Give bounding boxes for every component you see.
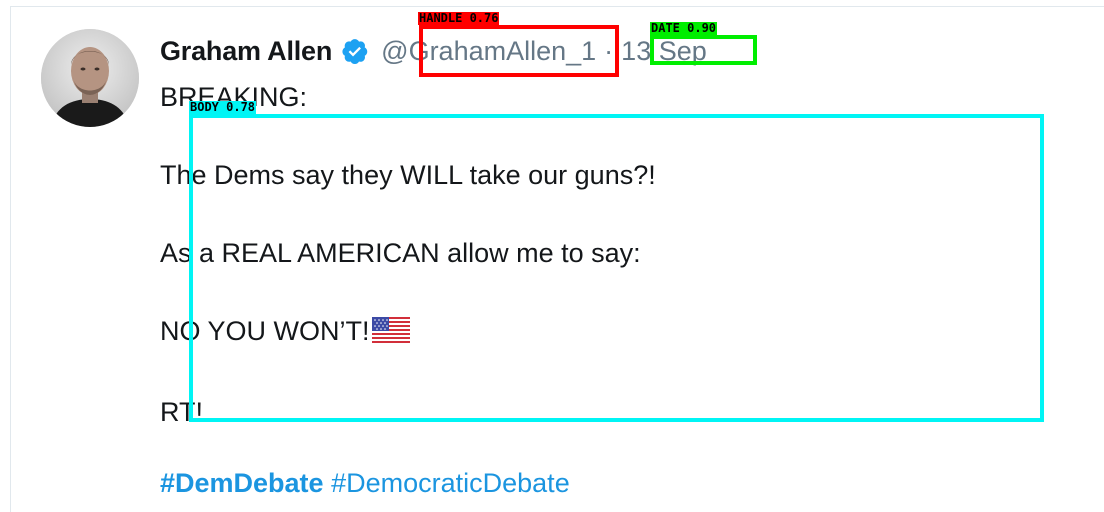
hashtag-link[interactable]: #DemDebate — [160, 468, 324, 498]
hashtag-row: #DemDebate #DemocraticDebate — [160, 464, 570, 503]
body-detection-box — [189, 114, 1044, 422]
body-line: BREAKING: — [160, 82, 308, 112]
avatar[interactable] — [41, 29, 139, 127]
date-detection-label: DATE 0.90 — [650, 21, 718, 35]
left-divider — [10, 6, 11, 512]
handle-detection-box — [419, 25, 619, 77]
avatar-photo — [41, 29, 139, 127]
handle-detection-label: HANDLE 0.76 — [418, 11, 500, 25]
body-detection-label: BODY 0.78 — [189, 100, 257, 114]
tweet-page: Graham Allen @GrahamAllen_1 · 13 Sep BRE… — [0, 0, 1104, 512]
date-detection-box — [650, 35, 757, 65]
top-divider — [10, 6, 1104, 7]
hashtag-link[interactable]: #DemocraticDebate — [331, 468, 570, 498]
display-name[interactable]: Graham Allen — [160, 36, 332, 67]
verified-badge-icon — [341, 37, 369, 65]
